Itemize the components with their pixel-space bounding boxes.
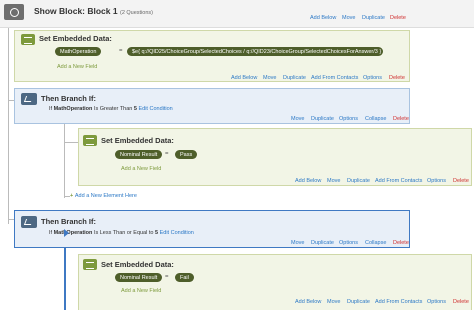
branch-condition: If MathOperation Is Greater Than 5 Edit … [49,106,173,112]
embedded-data-title: Set Embedded Data: [39,34,112,43]
duplicate-link[interactable]: Duplicate [283,75,306,81]
add-below-link[interactable]: Add Below [295,299,321,305]
move-link[interactable]: Move [291,240,304,246]
show-block-duplicate-link[interactable]: Duplicate [362,15,385,21]
show-block-element: Show Block: Block 1 (2 Questions) Add Be… [0,0,474,28]
embedded-value-field[interactable]: Pass [175,150,198,159]
condition-operator: Is Greater Than [93,106,133,112]
embedded-field-pill[interactable]: Nominal Result [115,273,163,282]
embedded-data-element: Set Embedded Data: Nominal Result = Pass… [78,128,472,186]
plus-icon: + [70,193,74,199]
add-from-contacts-link[interactable]: Add From Contacts [375,178,422,184]
options-link[interactable]: Options [363,75,382,81]
branch-element-selected: Then Branch If: If MathOperation Is Less… [14,210,410,248]
move-link[interactable]: Move [327,178,340,184]
condition-operator: Is Less Than or Equal to [93,230,154,236]
flow-connector-line [64,122,65,198]
delete-link[interactable]: Delete [453,178,469,184]
add-new-element-link[interactable]: + Add a New Element Here [70,193,137,199]
condition-if-label: If [49,230,53,236]
condition-value: 5 [133,106,137,112]
move-link[interactable]: Move [327,299,340,305]
equals-sign: = [165,151,169,157]
embedded-data-icon [83,259,97,270]
delete-link[interactable]: Delete [393,240,409,246]
show-block-icon [4,4,24,20]
duplicate-link[interactable]: Duplicate [347,299,370,305]
add-from-contacts-link[interactable]: Add From Contacts [375,299,422,305]
collapse-link[interactable]: Collapse [365,116,386,122]
duplicate-link[interactable]: Duplicate [311,240,334,246]
show-block-title: Show Block: Block 1 (2 Questions) [34,6,153,16]
duplicate-link[interactable]: Duplicate [311,116,334,122]
show-block-title-text: Show Block: Block 1 [34,6,118,16]
collapse-link[interactable]: Collapse [365,240,386,246]
duplicate-link[interactable]: Duplicate [347,178,370,184]
move-link[interactable]: Move [263,75,276,81]
add-new-element-label: Add a New Element Here [74,193,137,199]
add-new-field-link[interactable]: Add a New Field [121,288,161,294]
show-block-delete-link[interactable]: Delete [390,15,406,21]
flow-connector-line-selected [64,246,66,310]
show-block-move-link[interactable]: Move [342,15,355,21]
embedded-data-title: Set Embedded Data: [101,136,174,145]
branch-title: Then Branch If: [41,217,97,226]
delete-link[interactable]: Delete [389,75,405,81]
embedded-value-field[interactable]: $e{ q://QID25/ChoiceGroup/SelectedChoice… [127,47,383,56]
edit-condition-link[interactable]: Edit Condition [138,106,172,112]
options-link[interactable]: Options [427,299,446,305]
add-from-contacts-link[interactable]: Add From Contacts [311,75,358,81]
branch-condition: If MathOperation Is Less Than or Equal t… [49,230,194,236]
delete-link[interactable]: Delete [393,116,409,122]
move-link[interactable]: Move [291,116,304,122]
embedded-field-pill[interactable]: Nominal Result [115,150,163,159]
embedded-field-pill[interactable]: MathOperation [55,47,102,56]
options-link[interactable]: Options [427,178,446,184]
embedded-data-element: Set Embedded Data: Nominal Result = Fail… [78,254,472,310]
options-link[interactable]: Options [339,116,358,122]
condition-field: MathOperation [53,106,93,112]
add-below-link[interactable]: Add Below [231,75,257,81]
branch-icon [21,93,37,105]
show-block-subtitle: (2 Questions) [119,10,153,16]
condition-if-label: If [49,106,53,112]
condition-field: MathOperation [53,230,93,236]
branch-title: Then Branch If: [41,94,97,103]
embedded-data-icon [83,135,97,146]
embedded-data-icon [21,34,35,45]
equals-sign: = [119,48,123,54]
arrow-right-icon [64,229,69,237]
flow-connector-line [8,28,9,224]
add-below-link[interactable]: Add Below [295,178,321,184]
embedded-data-title: Set Embedded Data: [101,260,174,269]
embedded-data-element: Set Embedded Data: MathOperation = $e{ q… [14,30,410,82]
show-block-add-below-link[interactable]: Add Below [310,15,336,21]
equals-sign: = [165,274,169,280]
options-link[interactable]: Options [339,240,358,246]
add-new-field-link[interactable]: Add a New Field [121,166,161,172]
branch-icon [21,216,37,228]
add-new-field-link[interactable]: Add a New Field [57,64,97,70]
branch-element: Then Branch If: If MathOperation Is Grea… [14,88,410,124]
delete-link[interactable]: Delete [453,299,469,305]
embedded-value-field[interactable]: Fail [175,273,194,282]
condition-value: 5 [155,230,159,236]
edit-condition-link[interactable]: Edit Condition [160,230,194,236]
